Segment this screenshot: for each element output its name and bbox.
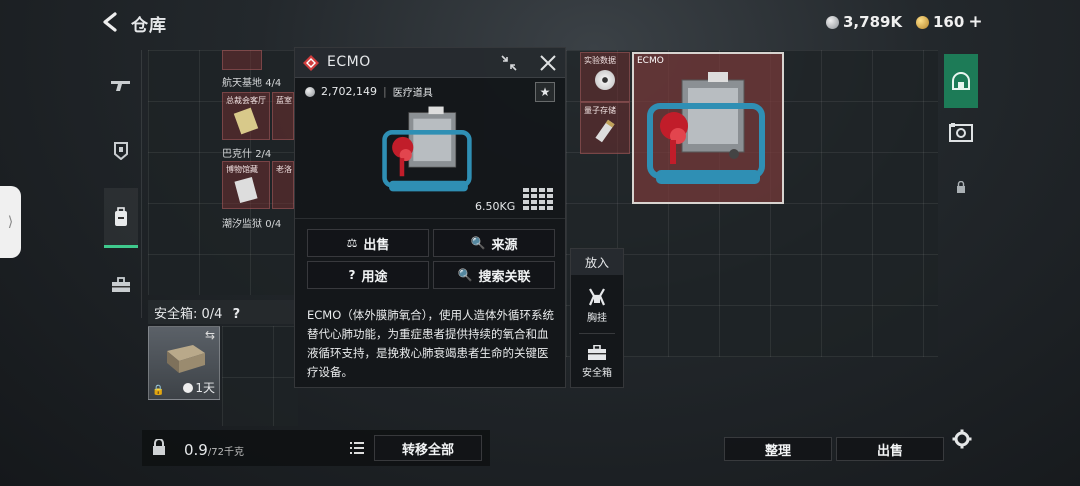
usage-button[interactable]: ? 用途 xyxy=(307,261,429,289)
organize-button[interactable]: 整理 xyxy=(724,437,832,461)
popup-title: ECMO xyxy=(327,54,371,70)
settings-button[interactable] xyxy=(950,427,974,451)
item-description: ECMO（体外膜肺氧合），使用人造体外循环系统替代心肺功能，为重症患者提供持续的… xyxy=(307,308,555,379)
put-into-chest-rig[interactable]: 胸挂 xyxy=(571,281,623,331)
put-into-safebox[interactable]: 安全箱 xyxy=(571,337,623,387)
tab-locked[interactable] xyxy=(944,172,978,202)
shelf-row-label: 潮汐监狱 0/4 xyxy=(222,219,282,230)
gun-icon xyxy=(111,81,130,91)
side-drawer-handle[interactable]: ⟩ xyxy=(0,186,21,258)
safebox-slot[interactable]: ⇆ 🔒 1天 xyxy=(148,326,220,400)
put-into-menu: 放入 胸挂 安全箱 xyxy=(570,248,624,388)
chevron-right-icon: ⟩ xyxy=(7,214,14,230)
back-button[interactable] xyxy=(96,8,124,36)
item-weight: 6.50KG xyxy=(475,200,516,213)
page-title: 仓库 xyxy=(131,16,167,36)
item-category: 医疗道具 xyxy=(392,88,433,99)
source-button[interactable]: 🔍 来源 xyxy=(433,229,555,257)
search-icon: 🔍 xyxy=(457,268,473,282)
item-icon xyxy=(234,177,258,203)
list-item[interactable]: 量子存储 xyxy=(580,102,630,154)
armor-icon xyxy=(114,142,128,160)
lock-icon: 🔒 xyxy=(152,385,165,396)
favorite-button[interactable]: ★ xyxy=(535,82,555,102)
safebox-header: 安全箱: 0/4 ? xyxy=(148,300,296,324)
search-icon: 🔍 xyxy=(470,236,486,250)
menu-divider xyxy=(579,333,615,334)
list-item[interactable]: 博物馆藏 xyxy=(222,161,270,209)
item-detail-popup: ECMO 2,702,149 | 医疗道具 ★ 6.50KG ⚖ 出售 🔍 来源… xyxy=(294,47,566,388)
lock-icon xyxy=(957,181,965,193)
nav-toolbox[interactable] xyxy=(104,268,138,302)
left-nav xyxy=(100,50,142,318)
put-into-title: 放入 xyxy=(571,249,623,275)
popup-meta: 2,702,149 | 医疗道具 xyxy=(305,84,433,99)
silver-currency: 3,789K xyxy=(826,12,902,32)
sell-button[interactable]: ⚖ 出售 xyxy=(307,229,429,257)
ecmo-preview-image xyxy=(382,106,472,192)
top-bar: 仓库 3,789K 160 + xyxy=(0,0,1080,44)
size-grid-icon xyxy=(523,188,553,210)
item-icon xyxy=(233,107,259,135)
silver-coin-icon xyxy=(826,15,839,29)
item-price: 2,702,149 xyxy=(321,85,377,98)
weight-readout: 0.9/72千克 xyxy=(184,441,244,459)
safebox-grid[interactable] xyxy=(222,326,298,426)
clock-icon xyxy=(183,382,194,393)
list-item[interactable]: 实验数据 xyxy=(580,52,630,102)
shelf-row-label: 巴克什 2/4 xyxy=(222,149,272,160)
swap-icon[interactable]: ⇆ xyxy=(205,328,215,342)
chevron-left-icon xyxy=(103,12,117,32)
help-button[interactable]: ? xyxy=(233,307,241,322)
nav-backpack[interactable] xyxy=(104,188,138,248)
tab-storage-rack[interactable] xyxy=(944,116,978,150)
silver-coin-icon xyxy=(305,86,315,97)
storage-rack-icon xyxy=(949,123,973,142)
sell-icon: ⚖ xyxy=(346,236,358,250)
vault-icon xyxy=(952,72,970,90)
search-related-button[interactable]: 🔍 搜索关联 xyxy=(433,261,555,289)
left-footer: 0.9/72千克 转移全部 xyxy=(142,430,490,466)
list-item[interactable]: 蓝室 xyxy=(272,92,294,140)
list-item[interactable] xyxy=(222,50,262,70)
usb-drive-icon xyxy=(595,119,615,143)
right-tabs xyxy=(942,50,980,466)
popup-divider xyxy=(295,218,565,219)
question-icon: ? xyxy=(348,268,356,282)
disc-icon xyxy=(595,70,615,90)
chest-rig-icon xyxy=(588,288,606,306)
close-icon[interactable] xyxy=(539,54,557,72)
ecmo-device-icon xyxy=(647,72,765,184)
duration-badge: 1天 xyxy=(183,379,215,396)
safebox-title: 安全箱: 0/4 xyxy=(154,307,223,322)
tab-vault[interactable] xyxy=(944,54,978,108)
gold-amount: 160 xyxy=(933,13,965,31)
backpack-icon xyxy=(115,206,127,226)
popup-header: ECMO xyxy=(295,48,565,78)
toolbox-icon xyxy=(112,277,130,292)
gear-icon xyxy=(952,429,972,449)
nav-weapons[interactable] xyxy=(104,68,138,102)
list-item[interactable]: 老洛 xyxy=(272,161,294,209)
gold-coin-icon xyxy=(916,15,929,29)
transfer-all-button[interactable]: 转移全部 xyxy=(374,435,482,461)
ecmo-item-cell[interactable]: ECMO xyxy=(632,52,784,204)
sell-all-button[interactable]: 出售 xyxy=(836,437,944,461)
safebox-icon xyxy=(588,345,606,360)
item-rarity-icon xyxy=(303,55,319,71)
silver-amount: 3,789K xyxy=(843,13,903,31)
list-icon xyxy=(350,442,364,454)
add-gold-button[interactable]: + xyxy=(968,12,982,32)
weight-lock-icon xyxy=(153,439,165,455)
nav-armor[interactable] xyxy=(104,134,138,168)
safebox-item-icon xyxy=(167,345,205,373)
list-view-button[interactable] xyxy=(346,437,368,459)
compress-icon[interactable] xyxy=(501,55,517,71)
shelf-row-label: 航天基地 4/4 xyxy=(222,78,282,89)
list-item[interactable]: 总裁会客厅 xyxy=(222,92,270,140)
gold-currency[interactable]: 160 + xyxy=(916,12,983,32)
